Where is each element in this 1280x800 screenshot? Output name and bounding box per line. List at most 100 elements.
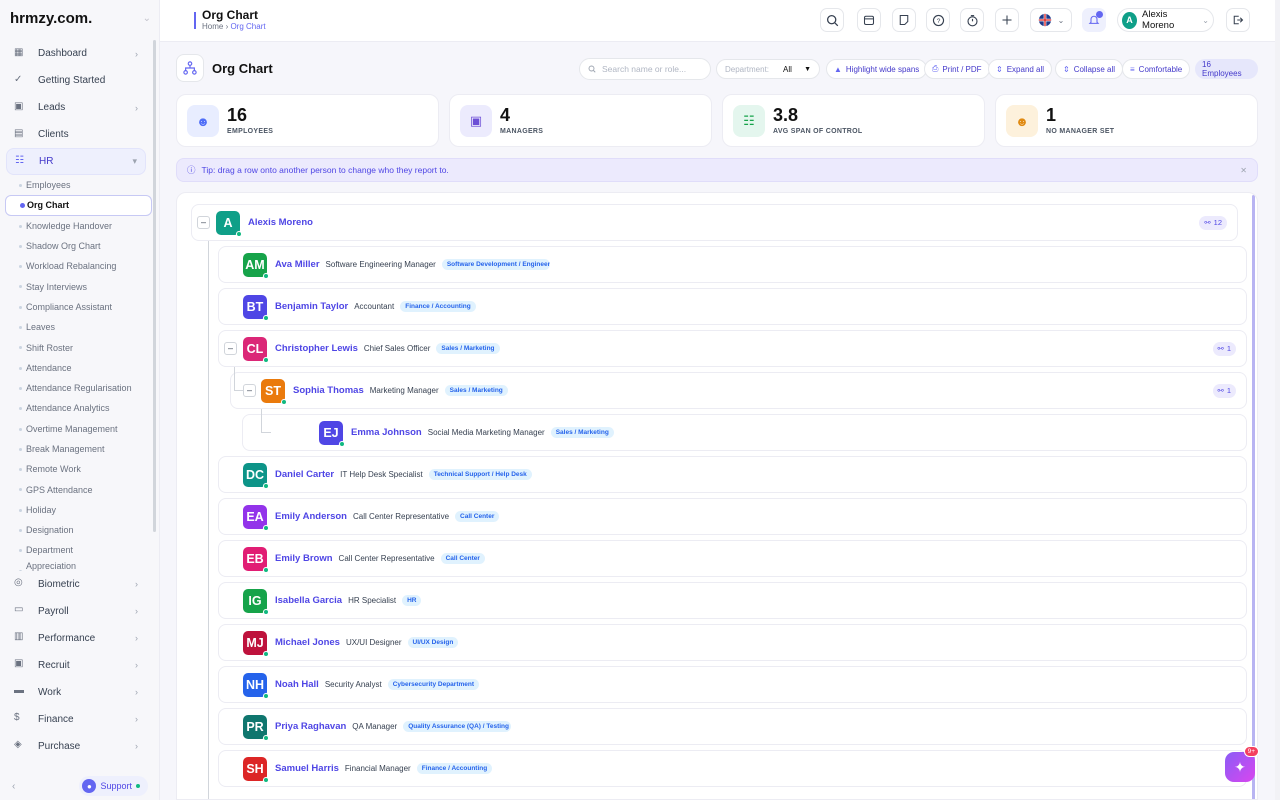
logout-button[interactable] <box>1226 8 1250 32</box>
sidebar-collapse-icon[interactable]: ⌄ <box>143 13 151 24</box>
sidebar-item-leads[interactable]: ▣ Leads › <box>6 94 146 121</box>
support-button[interactable]: ● Support <box>79 776 148 796</box>
person-name[interactable]: Noah Hall <box>275 679 319 690</box>
sidebar-item-biometric[interactable]: ◎ Biometric › <box>6 571 146 598</box>
tree-scrollbar[interactable] <box>1252 195 1255 799</box>
page-title: Org Chart <box>212 61 273 76</box>
ai-assistant-button[interactable]: ✦ 9+ <box>1225 746 1259 782</box>
person-name[interactable]: Benjamin Taylor <box>275 301 348 312</box>
add-button[interactable] <box>995 8 1019 32</box>
language-selector[interactable]: ⌄ <box>1030 8 1072 32</box>
org-row[interactable]: BT Benjamin Taylor Accountant Finance / Acc… <box>218 288 1247 325</box>
org-row[interactable]: SH Samuel Harris Financial Manager Finance … <box>218 750 1247 787</box>
person-name[interactable]: Isabella Garcia <box>275 595 342 606</box>
avatar-initials: EJ <box>323 425 339 440</box>
sidebar-subitem-org-chart[interactable]: Org Chart <box>5 195 152 216</box>
person-name[interactable]: Christopher Lewis <box>275 343 358 354</box>
org-row[interactable]: – A Alexis Moreno ⚯ 12 <box>191 204 1238 241</box>
sidebar-subitem-compliance-assistant[interactable]: Compliance Assistant <box>14 297 152 317</box>
collapse-toggle[interactable]: – <box>243 384 256 397</box>
person-name[interactable]: Priya Raghavan <box>275 721 346 732</box>
sidebar-subitem-stay-interviews[interactable]: Stay Interviews <box>14 276 152 296</box>
org-row[interactable]: AM Ava Miller Software Engineering Manager… <box>218 246 1247 283</box>
sidebar-item-finance[interactable]: $ Finance › <box>6 706 146 733</box>
org-row[interactable]: – CL Christopher Lewis Chief Sales Officer S… <box>218 330 1247 367</box>
org-row[interactable]: PR Priya Raghavan QA Manager Quality Assura… <box>218 708 1247 745</box>
highlight-wide-spans-button[interactable]: ▲ Highlight wide spans <box>826 59 928 79</box>
expand-all-button[interactable]: ⇕ Expand all <box>988 59 1053 79</box>
collapse-sidebar-icon[interactable]: ‹ <box>12 781 15 792</box>
person-name[interactable]: Emily Anderson <box>275 511 347 522</box>
sidebar-subitem-workload-rebalancing[interactable]: Workload Rebalancing <box>14 256 152 276</box>
print-button[interactable]: ⎙ Print / PDF <box>924 59 990 79</box>
sidebar-subitem-appreciation[interactable]: Appreciation <box>14 561 152 571</box>
online-dot <box>263 734 269 741</box>
search-input[interactable] <box>602 64 702 74</box>
sidebar-item-recruit[interactable]: ▣ Recruit › <box>6 652 146 679</box>
sidebar-item-clients[interactable]: ▤ Clients <box>6 121 146 148</box>
payroll-icon: ▭ <box>14 604 24 616</box>
sidebar-subitem-holiday[interactable]: Holiday <box>14 500 152 520</box>
breadcrumb-home[interactable]: Home <box>202 22 223 31</box>
org-row[interactable]: EA Emily Anderson Call Center Representati… <box>218 498 1247 535</box>
org-row[interactable]: – ST Sophia Thomas Marketing Manager Sales /… <box>230 372 1247 409</box>
avatar-initials: SH <box>246 761 264 776</box>
headset-icon: ● <box>82 779 97 793</box>
sidebar-subitem-attendance[interactable]: Attendance <box>14 358 152 378</box>
sidebar-subitem-remote-work[interactable]: Remote Work <box>14 459 152 479</box>
sidebar-item-performance[interactable]: ▥ Performance › <box>6 625 146 652</box>
sidebar-subitem-overtime-management[interactable]: Overtime Management <box>14 419 152 439</box>
sidebar-subitem-shift-roster[interactable]: Shift Roster <box>14 337 152 357</box>
notes-button[interactable] <box>892 8 916 32</box>
sidebar-subitem-gps-attendance[interactable]: GPS Attendance <box>14 479 152 499</box>
sidebar-subitem-break-management[interactable]: Break Management <box>14 439 152 459</box>
sidebar-subitem-designation[interactable]: Designation <box>14 520 152 540</box>
sidebar-item-purchase[interactable]: ◈ Purchase › <box>6 733 146 760</box>
calendar-button[interactable] <box>857 8 881 32</box>
person-name[interactable]: Sophia Thomas <box>293 385 364 396</box>
sidebar-subitem-department[interactable]: Department <box>14 540 152 560</box>
collapse-all-button[interactable]: ⇕ Collapse all <box>1055 59 1124 79</box>
person-name[interactable]: Daniel Carter <box>275 469 334 480</box>
sidebar-item-dashboard[interactable]: ▦ Dashboard › <box>6 40 146 67</box>
density-button[interactable]: ≡ Comfortable <box>1122 59 1191 79</box>
avatar: EB <box>243 546 269 573</box>
person-name[interactable]: Alexis Moreno <box>248 217 313 228</box>
person-name[interactable]: Emily Brown <box>275 553 333 564</box>
collapse-toggle[interactable]: – <box>224 342 237 355</box>
person-name[interactable]: Samuel Harris <box>275 763 339 774</box>
notifications-button[interactable] <box>1082 8 1106 32</box>
sidebar-subitem-knowledge-handover[interactable]: Knowledge Handover <box>14 216 152 236</box>
help-button[interactable]: ? <box>926 8 950 32</box>
person-name[interactable]: Ava Miller <box>275 259 320 270</box>
sidebar-subitem-shadow-org-chart[interactable]: Shadow Org Chart <box>14 236 152 256</box>
sidebar-subitem-attendance-analytics[interactable]: Attendance Analytics <box>14 398 152 418</box>
org-row[interactable]: DC Daniel Carter IT Help Desk Specialist Te… <box>218 456 1247 493</box>
sidebar-subitem-leaves[interactable]: Leaves <box>14 317 152 337</box>
org-row[interactable]: NH Noah Hall Security Analyst Cybersecurity… <box>218 666 1247 703</box>
org-row[interactable]: MJ Michael Jones UX/UI Designer UI/UX Desig… <box>218 624 1247 661</box>
search-button[interactable] <box>820 8 844 32</box>
sidebar-subitem-employees[interactable]: Employees <box>14 175 152 195</box>
brand-logo[interactable]: hrmzy.com. ⌄ <box>0 0 159 36</box>
org-row[interactable]: IG Isabella Garcia HR Specialist HR <box>218 582 1247 619</box>
timer-button[interactable] <box>960 8 984 32</box>
sidebar-subitem-attendance-regularisation[interactable]: Attendance Regularisation <box>14 378 152 398</box>
sidebar-scrollbar[interactable] <box>153 40 156 532</box>
department-filter[interactable]: Department: All ▼ <box>716 59 820 79</box>
avatar: SH <box>243 756 269 783</box>
person-name[interactable]: Emma Johnson <box>351 427 422 438</box>
sidebar-item-work[interactable]: ▬ Work › <box>6 679 146 706</box>
sidebar-item-payroll[interactable]: ▭ Payroll › <box>6 598 146 625</box>
page-scrollbar[interactable] <box>1275 0 1280 800</box>
avatar-initials: AM <box>245 257 265 272</box>
close-icon[interactable]: ✕ <box>1240 166 1247 175</box>
org-row[interactable]: EB Emily Brown Call Center Representative C… <box>218 540 1247 577</box>
person-name[interactable]: Michael Jones <box>275 637 340 648</box>
user-menu[interactable]: A Alexis Moreno ⌄ <box>1117 8 1214 32</box>
sidebar-item-getting-started[interactable]: ✓ Getting Started <box>6 67 146 94</box>
search-box[interactable] <box>579 58 711 80</box>
collapse-toggle[interactable]: – <box>197 216 210 229</box>
org-row[interactable]: EJ Emma Johnson Social Media Marketing Man… <box>242 414 1247 451</box>
sidebar-item-hr[interactable]: ☷ HR ▾ <box>6 148 146 175</box>
